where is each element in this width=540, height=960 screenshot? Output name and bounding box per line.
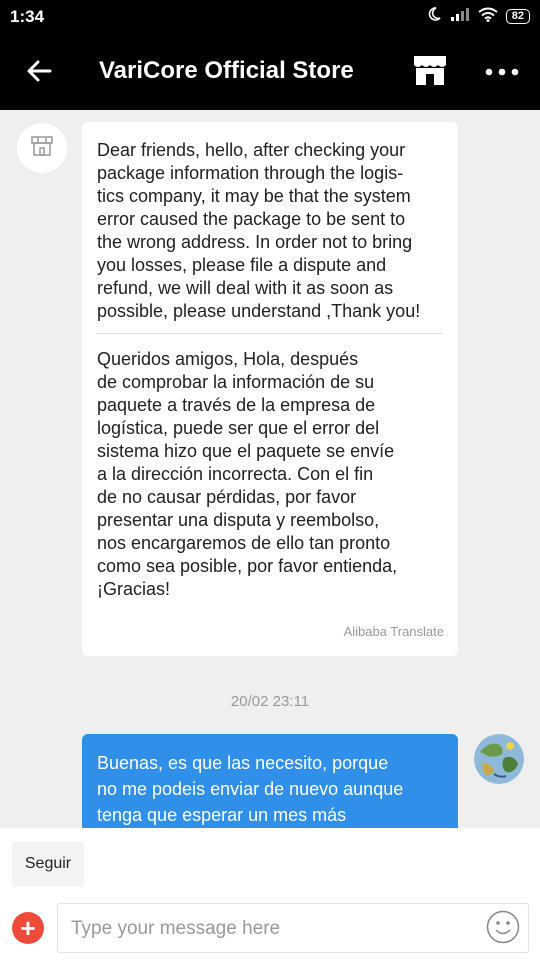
chat-header: VariCore Official Store <box>0 34 540 110</box>
bottom-panel: Seguir + <box>0 828 540 960</box>
wifi-icon <box>478 7 498 27</box>
store-name: VariCore Official Store <box>99 57 354 84</box>
message-input-box[interactable] <box>57 903 529 953</box>
outgoing-message[interactable]: Buenas, es que las necesito, porque no m… <box>82 734 458 828</box>
user-avatar[interactable] <box>474 734 524 784</box>
outgoing-message-text: Buenas, es que las necesito, porque no m… <box>97 753 404 825</box>
status-icons: 82 <box>426 6 530 27</box>
message-input[interactable] <box>71 916 471 942</box>
status-bar: 1:34 82 <box>0 0 540 34</box>
battery-icon: 82 <box>505 9 530 24</box>
plus-icon: + <box>20 913 36 943</box>
store-avatar[interactable] <box>17 123 67 173</box>
smiley-icon <box>486 910 520 949</box>
signal-icon <box>450 7 470 26</box>
emoji-button[interactable] <box>486 910 520 949</box>
status-time: 1:34 <box>10 7 45 26</box>
message-timestamp: 20/02 23:11 <box>230 693 310 710</box>
back-button[interactable] <box>22 56 56 90</box>
translate-label: Alibaba Translate <box>343 624 444 639</box>
message-text-es: Queridos amigos, Hola, después de compro… <box>97 349 398 599</box>
translation-divider <box>97 333 443 334</box>
incoming-message[interactable]: Dear friends, hello, after checking your… <box>82 122 458 656</box>
follow-button[interactable]: Seguir <box>12 841 84 887</box>
store-logo-icon <box>30 135 54 162</box>
store-button[interactable] <box>410 52 450 92</box>
chat-area[interactable]: Dear friends, hello, after checking your… <box>0 110 540 828</box>
more-button[interactable] <box>480 54 524 90</box>
add-attachment-button[interactable]: + <box>12 912 44 944</box>
moon-icon <box>426 6 442 27</box>
store-icon <box>412 54 448 91</box>
message-text-en: Dear friends, hello, after checking your… <box>97 140 421 321</box>
back-arrow-icon <box>26 59 52 88</box>
more-icon <box>485 63 519 81</box>
